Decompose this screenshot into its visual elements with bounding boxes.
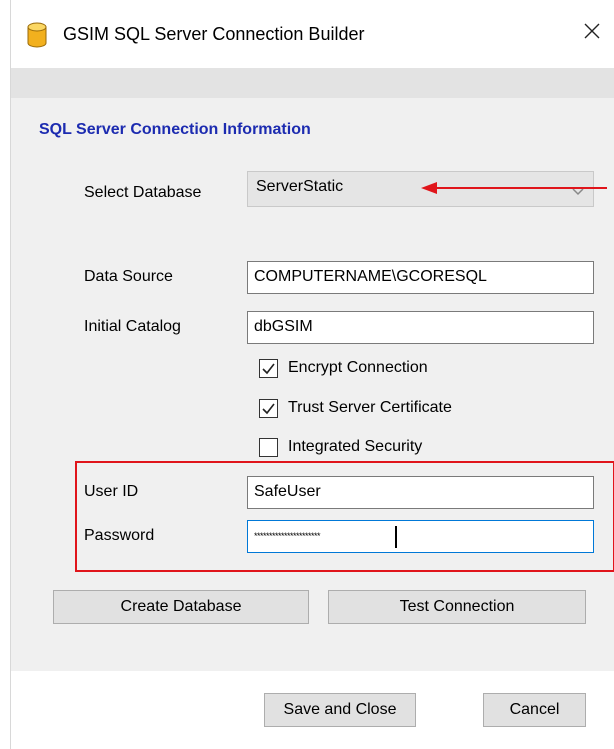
save-and-close-button[interactable]: Save and Close <box>264 693 416 727</box>
section-title: SQL Server Connection Information <box>39 121 311 138</box>
connection-builder-dialog: GSIM SQL Server Connection Builder SQL S… <box>10 0 614 749</box>
data-source-label: Data Source <box>84 268 173 285</box>
dialog-footer: Save and Close Cancel <box>11 671 614 749</box>
close-button[interactable] <box>569 10 614 56</box>
initial-catalog-value: dbGSIM <box>254 318 313 335</box>
test-connection-button[interactable]: Test Connection <box>328 590 586 624</box>
checkbox-box <box>259 398 278 418</box>
select-database-label: Select Database <box>84 184 202 201</box>
window-title: GSIM SQL Server Connection Builder <box>63 24 365 44</box>
cancel-button[interactable]: Cancel <box>483 693 586 727</box>
user-id-value: SafeUser <box>254 483 321 500</box>
checkmark-icon <box>262 403 275 414</box>
checkbox-label: Encrypt Connection <box>288 359 428 376</box>
data-source-value: COMPUTERNAME\GCORESQL <box>254 268 487 285</box>
user-id-input[interactable]: SafeUser <box>247 476 594 509</box>
toolbar-strip <box>11 68 614 98</box>
annotation-arrow <box>421 180 607 200</box>
initial-catalog-label: Initial Catalog <box>84 318 181 335</box>
database-cylinder-icon <box>27 22 47 48</box>
checkmark-icon <box>262 363 275 374</box>
title-bar: GSIM SQL Server Connection Builder <box>11 0 614 68</box>
password-input[interactable]: ********************** <box>247 520 594 553</box>
checkbox-label: Integrated Security <box>288 438 423 455</box>
user-id-label: User ID <box>84 483 139 500</box>
trust-server-certificate-checkbox[interactable]: Trust Server Certificate <box>259 397 452 419</box>
integrated-security-checkbox[interactable]: Integrated Security <box>259 436 422 458</box>
close-icon <box>584 23 600 44</box>
password-value: ********************** <box>254 531 321 541</box>
initial-catalog-input[interactable]: dbGSIM <box>247 311 594 344</box>
checkbox-box <box>259 437 278 457</box>
create-database-button[interactable]: Create Database <box>53 590 309 624</box>
encrypt-connection-checkbox[interactable]: Encrypt Connection <box>259 357 428 379</box>
checkbox-label: Trust Server Certificate <box>288 399 452 416</box>
data-source-input[interactable]: COMPUTERNAME\GCORESQL <box>247 261 594 294</box>
checkbox-box <box>259 358 278 378</box>
select-database-value: ServerStatic <box>256 178 344 195</box>
password-label: Password <box>84 527 155 544</box>
text-caret <box>395 526 397 548</box>
